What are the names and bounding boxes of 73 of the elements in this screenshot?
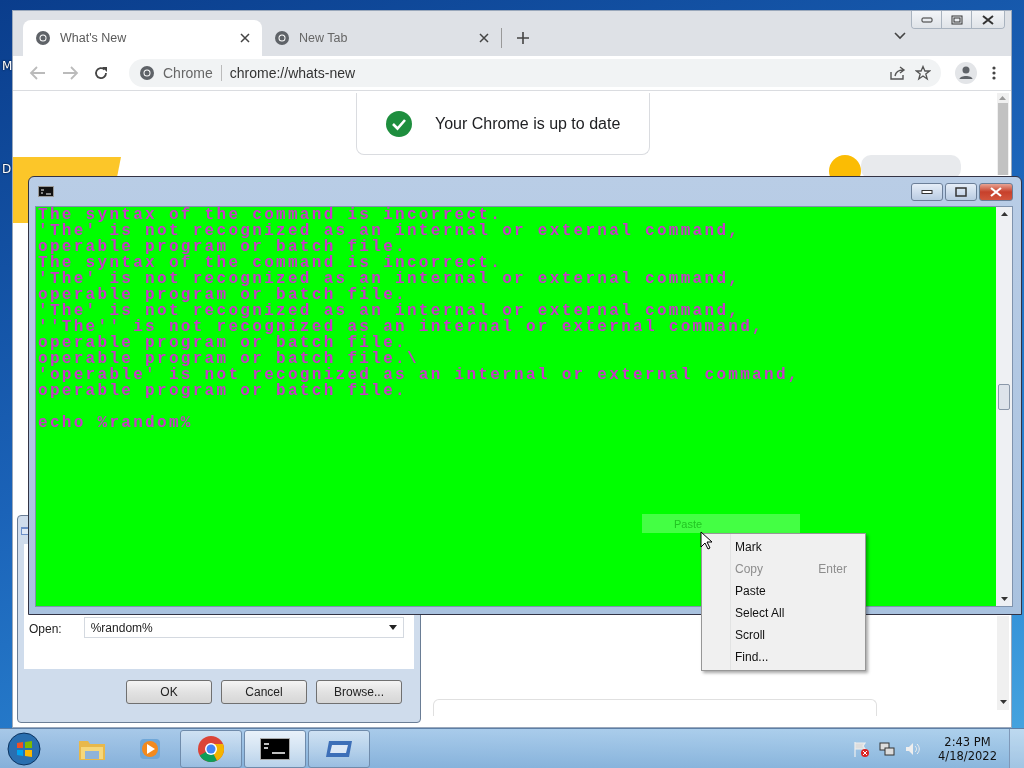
console-output-line: 'operable' is not recognized as an internal or external command, <box>38 367 801 383</box>
chrome-logo-icon <box>197 734 225 763</box>
scrollbar-track[interactable] <box>997 616 1009 710</box>
scrollbar-thumb[interactable] <box>998 383 1010 410</box>
desktop-icon-label: M <box>2 59 13 73</box>
start-button[interactable] <box>6 730 42 767</box>
new-tab-icon[interactable] <box>516 31 530 45</box>
console-output-line: The syntax of the command is incorrect. <box>38 207 504 223</box>
open-combobox[interactable]: %random% <box>83 617 404 638</box>
browser-tab[interactable]: New Tab <box>262 20 501 56</box>
menu-icon[interactable] <box>991 65 997 81</box>
console-output-line: operable program or batch file. <box>38 383 408 399</box>
browser-tab[interactable]: What's New <box>23 20 262 56</box>
chrome-logo-icon <box>35 30 51 46</box>
window-icon <box>325 738 353 759</box>
maximize-button[interactable] <box>945 182 977 201</box>
minimize-icon <box>921 189 933 194</box>
scroll-down-icon[interactable] <box>1000 597 1008 601</box>
site-label: Chrome <box>163 65 213 81</box>
update-status-text: Your Chrome is up to date <box>435 114 621 133</box>
console-output-line: 'The' is not recognized as an internal or external command, <box>38 271 742 287</box>
console-command-line: echo %random% <box>38 415 194 431</box>
menu-item[interactable]: Find... <box>702 646 865 668</box>
close-button[interactable] <box>972 11 1004 28</box>
profile-avatar-icon[interactable] <box>955 62 977 84</box>
clock[interactable]: 2:43 PM 4/18/2022 <box>938 734 997 763</box>
star-icon[interactable] <box>915 65 931 81</box>
console-output-line: operable program or batch file.\ <box>38 351 420 367</box>
console-output-line: operable program or batch file. <box>38 335 407 351</box>
console-output-line: ''The'' is not recognized as an internal or external command, <box>38 319 765 335</box>
dialog-button[interactable]: OK <box>126 679 212 704</box>
scrollbar-thumb[interactable] <box>998 103 1008 175</box>
network-icon[interactable] <box>878 739 897 758</box>
mouse-pointer-icon <box>700 531 714 551</box>
minimize-button[interactable] <box>911 182 943 201</box>
action-center-flag-icon[interactable] <box>852 739 871 758</box>
scrollbar[interactable] <box>997 93 1009 175</box>
open-label: Open: <box>29 621 62 636</box>
url-text: chrome://whats-new <box>229 65 356 81</box>
dialog-button[interactable]: Browse... <box>316 679 402 704</box>
reload-icon[interactable] <box>93 65 109 81</box>
console-output-line: 'The' is not recognized as an internal or external command, <box>38 303 741 319</box>
scroll-up-icon[interactable] <box>1000 212 1008 216</box>
console-output-line: The syntax of the command is incorrect. <box>38 255 504 271</box>
chrome-logo-icon <box>274 30 290 46</box>
maximize-icon <box>955 186 967 197</box>
close-icon <box>982 14 994 25</box>
minimize-icon <box>920 16 933 23</box>
restore-icon <box>950 14 963 25</box>
chevron-down-icon[interactable] <box>893 31 907 41</box>
dropdown-arrow-icon[interactable] <box>388 625 397 630</box>
chrome-logo-icon <box>139 65 155 81</box>
console-output-line: operable program or batch file. <box>38 287 407 303</box>
close-icon <box>990 186 1002 197</box>
show-desktop-button[interactable] <box>1009 728 1024 768</box>
menu-item[interactable]: Scroll <box>702 624 865 646</box>
share-icon[interactable] <box>889 65 907 81</box>
menu-item[interactable]: Paste <box>702 580 865 602</box>
close-tab-icon[interactable] <box>240 33 250 43</box>
check-icon <box>385 109 413 138</box>
console-output-line: 'The' is not recognized as an internal or external command, <box>38 223 742 239</box>
console-icon <box>38 186 54 197</box>
menu-item[interactable]: Select All <box>702 602 865 624</box>
close-tab-icon[interactable] <box>479 33 489 43</box>
scrollbar[interactable] <box>996 207 1012 606</box>
console-output-line: operable program or batch file. <box>38 239 407 255</box>
console-icon <box>260 737 290 760</box>
dialog-button[interactable]: Cancel <box>221 679 307 704</box>
address-bar[interactable]: Chrome chrome://whats-new <box>129 59 941 87</box>
taskbar-button[interactable] <box>244 729 306 768</box>
close-button[interactable] <box>979 182 1013 201</box>
desktop-icon-label: D <box>2 162 12 176</box>
scroll-down-icon[interactable] <box>999 700 1007 704</box>
